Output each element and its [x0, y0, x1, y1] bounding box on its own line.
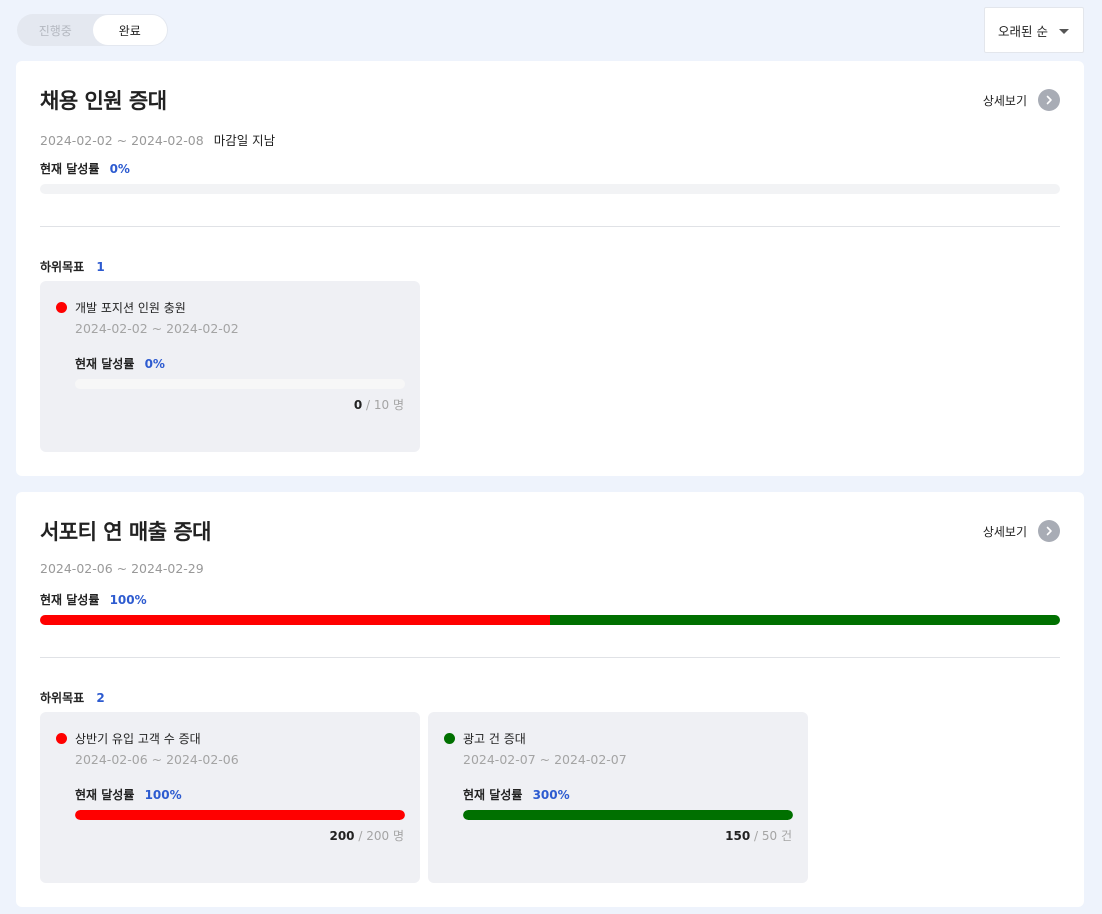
subgoal-header: 하위목표 2 — [40, 689, 105, 706]
subgoal-progress-bar — [75, 379, 405, 389]
subgoal-name: 개발 포지션 인원 충원 — [75, 301, 186, 315]
goal-period-text: 2024-02-02 ~ 2024-02-08 — [40, 133, 204, 148]
chevron-right-icon — [1038, 89, 1060, 111]
current-count: 0 — [353, 398, 363, 412]
goal-rate: 현재 달성률 0% — [40, 160, 130, 177]
subgoal-period: 2024-02-02 ~ 2024-02-02 — [75, 321, 239, 336]
target-count: / 10 명 — [366, 398, 404, 412]
target-count: / 50 건 — [754, 829, 792, 843]
subgoal-label: 하위목표 — [40, 691, 85, 705]
rate-label: 현재 달성률 — [40, 162, 100, 176]
subgoal-count: 1 — [96, 260, 105, 274]
progress-bar — [40, 184, 1060, 194]
current-count: 200 — [329, 829, 355, 843]
subgoal-period: 2024-02-06 ~ 2024-02-06 — [75, 752, 239, 767]
subgoal-rate: 현재 달성률 300% — [463, 786, 570, 803]
goal-period-text: 2024-02-06 ~ 2024-02-29 — [40, 561, 204, 576]
subgoal-card[interactable]: 개발 포지션 인원 충원 2024-02-02 ~ 2024-02-02 현재 … — [40, 281, 420, 452]
progress-fill — [550, 615, 1060, 625]
rate-value: 0% — [109, 162, 130, 176]
tab-done[interactable]: 완료 — [92, 15, 167, 45]
subgoal-card[interactable]: 상반기 유입 고객 수 증대 2024-02-06 ~ 2024-02-06 현… — [40, 712, 420, 883]
caret-down-icon — [1059, 29, 1069, 34]
progress-bar — [40, 615, 1060, 625]
target-count: / 200 명 — [358, 829, 404, 843]
subgoal-progress-bar — [463, 810, 793, 820]
goal-card: 채용 인원 증대 상세보기 2024-02-02 ~ 2024-02-08 마감… — [16, 61, 1084, 476]
status-tabs: 진행중 완료 — [17, 14, 168, 46]
subgoal-count-text: 0 / 10 명 — [354, 396, 404, 413]
subgoal-header: 하위목표 1 — [40, 258, 105, 275]
goal-title: 채용 인원 증대 — [40, 89, 167, 113]
rate-label: 현재 달성률 — [75, 788, 135, 802]
status-text: 마감일 지남 — [213, 133, 276, 148]
detail-label: 상세보기 — [982, 524, 1027, 539]
detail-label: 상세보기 — [982, 93, 1027, 108]
subgoal-period: 2024-02-07 ~ 2024-02-07 — [463, 752, 627, 767]
divider — [40, 657, 1060, 658]
status-dot — [444, 733, 455, 744]
current-count: 150 — [725, 829, 751, 843]
progress-fill — [40, 615, 550, 625]
subgoal-count-text: 200 / 200 명 — [329, 827, 404, 844]
rate-value: 100% — [109, 593, 147, 607]
divider — [40, 226, 1060, 227]
rate-label: 현재 달성률 — [75, 357, 135, 371]
subgoal-rate: 현재 달성률 100% — [75, 786, 182, 803]
goal-title: 서포티 연 매출 증대 — [40, 520, 212, 544]
goal-period: 2024-02-02 ~ 2024-02-08 마감일 지남 — [40, 130, 275, 149]
subgoal-card[interactable]: 광고 건 증대 2024-02-07 ~ 2024-02-07 현재 달성률 3… — [428, 712, 808, 883]
tab-in-progress[interactable]: 진행중 — [18, 15, 93, 45]
goal-card: 서포티 연 매출 증대 상세보기 2024-02-06 ~ 2024-02-29… — [16, 492, 1084, 907]
goal-period: 2024-02-06 ~ 2024-02-29 — [40, 561, 204, 576]
subgoal-rate: 현재 달성률 0% — [75, 355, 165, 372]
rate-value: 0% — [144, 357, 165, 371]
rate-label: 현재 달성률 — [463, 788, 523, 802]
subgoal-label: 하위목표 — [40, 260, 85, 274]
subgoal-count-text: 150 / 50 건 — [725, 827, 792, 844]
rate-value: 300% — [532, 788, 570, 802]
subgoal-progress-bar — [75, 810, 405, 820]
chevron-right-icon — [1038, 520, 1060, 542]
status-dot — [56, 733, 67, 744]
progress-fill — [75, 810, 405, 820]
rate-value: 100% — [144, 788, 182, 802]
detail-link[interactable]: 상세보기 — [983, 520, 1060, 542]
top-bar: 진행중 완료 오래된 순 — [0, 0, 1102, 61]
rate-label: 현재 달성률 — [40, 593, 100, 607]
detail-link[interactable]: 상세보기 — [983, 89, 1060, 111]
sort-label: 오래된 순 — [998, 23, 1048, 39]
status-dot — [56, 302, 67, 313]
subgoal-name: 상반기 유입 고객 수 증대 — [75, 732, 201, 746]
goal-rate: 현재 달성률 100% — [40, 591, 147, 608]
sort-dropdown[interactable]: 오래된 순 — [984, 7, 1084, 53]
subgoal-count: 2 — [96, 691, 105, 705]
subgoal-name: 광고 건 증대 — [463, 732, 526, 746]
progress-fill — [463, 810, 793, 820]
